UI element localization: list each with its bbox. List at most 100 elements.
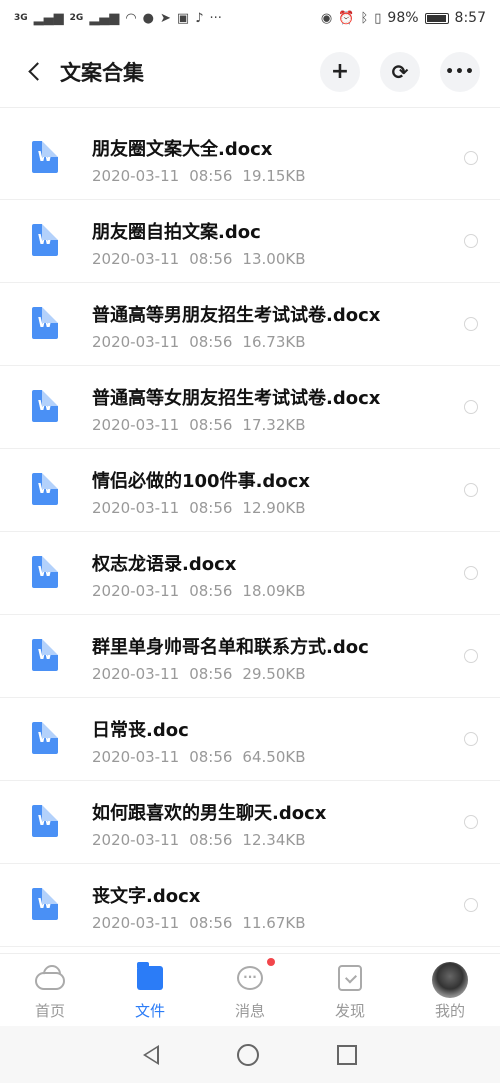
nav-mine[interactable]: 我的 bbox=[400, 954, 500, 1027]
file-meta: 2020-03-11 08:56 64.50KB bbox=[92, 748, 306, 766]
list-item[interactable]: W 如何跟喜欢的男生聊天.docx 2020-03-11 08:56 12.34KB bbox=[0, 781, 500, 864]
list-item[interactable]: W 日常丧.doc 2020-03-11 08:56 64.50KB bbox=[0, 698, 500, 781]
file-name: 权志龙语录.docx bbox=[92, 554, 237, 575]
signal-bars-icon: ▂▄▆ bbox=[33, 10, 64, 26]
refresh-button[interactable]: ⟳ bbox=[380, 51, 420, 92]
nav-messages[interactable]: ··· 消息 bbox=[200, 954, 300, 1027]
signal-icon-1: 3G bbox=[14, 12, 28, 23]
system-nav-bar bbox=[0, 1026, 500, 1083]
list-item[interactable]: W 权志龙语录.docx 2020-03-11 08:56 18.09KB bbox=[0, 532, 500, 615]
select-radio[interactable] bbox=[464, 151, 478, 165]
word-doc-icon: W bbox=[32, 307, 58, 339]
word-doc-icon: W bbox=[32, 556, 58, 588]
word-doc-icon: W bbox=[32, 888, 58, 920]
select-radio[interactable] bbox=[464, 317, 478, 331]
bluetooth-icon: ᛒ bbox=[360, 10, 369, 26]
file-name: 朋友圈文案大全.docx bbox=[92, 139, 273, 160]
clock: 8:57 bbox=[454, 10, 486, 26]
header: 文案合集 + ⟳ ••• bbox=[0, 36, 500, 108]
page-title: 文案合集 bbox=[60, 60, 144, 85]
more-button[interactable]: ••• bbox=[440, 51, 480, 92]
bottom-nav: 首页 文件 ··· 消息 发现 我的 bbox=[0, 953, 500, 1027]
back-triangle-icon[interactable] bbox=[143, 1044, 159, 1065]
signal-bars-icon-2: ▂▄▆ bbox=[89, 10, 120, 26]
back-button[interactable] bbox=[20, 58, 48, 86]
more-icon: ••• bbox=[445, 63, 475, 80]
recents-square-icon[interactable] bbox=[337, 1044, 357, 1065]
chat-icon: ··· bbox=[237, 966, 263, 990]
file-name: 丧文字.docx bbox=[92, 886, 201, 907]
nav-discover[interactable]: 发现 bbox=[300, 954, 400, 1027]
word-doc-icon: W bbox=[32, 805, 58, 837]
unread-badge bbox=[267, 958, 275, 966]
file-meta: 2020-03-11 08:56 13.00KB bbox=[92, 250, 306, 268]
status-right: ◉ ⏰ ᛒ ▯ 98% 8:57 bbox=[321, 10, 486, 26]
nav-files-label: 文件 bbox=[134, 1002, 165, 1020]
select-radio[interactable] bbox=[464, 732, 478, 746]
list-item[interactable]: W 群里单身帅哥名单和联系方式.doc 2020-03-11 08:56 29.50… bbox=[0, 615, 500, 698]
list-item[interactable]: W 朋友圈自拍文案.doc 2020-03-11 08:56 13.00KB bbox=[0, 200, 500, 283]
chevron-left-icon bbox=[27, 62, 47, 81]
signal-icon-2: 2G bbox=[69, 12, 84, 23]
select-radio[interactable] bbox=[464, 234, 478, 248]
file-name: 日常丧.doc bbox=[92, 720, 189, 741]
file-name: 如何跟喜欢的男生聊天.docx bbox=[92, 803, 327, 824]
battery-percent: 98% bbox=[387, 10, 419, 26]
nav-home[interactable]: 首页 bbox=[0, 954, 100, 1027]
list-item[interactable]: W 普通高等女朋友招生考试试卷.docx 2020-03-11 08:56 17.3… bbox=[0, 366, 500, 449]
word-doc-icon: W bbox=[32, 722, 58, 754]
file-list: W 朋友圈文案大全.docx 2020-03-11 08:56 19.15KB W … bbox=[0, 117, 500, 947]
alarm-icon: ⏰ bbox=[338, 10, 355, 26]
word-doc-icon: W bbox=[32, 390, 58, 422]
refresh-icon: ⟳ bbox=[391, 59, 409, 84]
file-meta: 2020-03-11 08:56 17.32KB bbox=[92, 416, 306, 434]
status-left: 3G ▂▄▆ 2G ▂▄▆ ◠ ● ➤ ▣ ♪ ··· bbox=[14, 11, 222, 26]
more-notifications-icon: ··· bbox=[209, 10, 222, 26]
select-radio[interactable] bbox=[464, 649, 478, 663]
cloud-icon bbox=[35, 972, 65, 990]
select-radio[interactable] bbox=[464, 400, 478, 414]
list-item[interactable]: W 朋友圈文案大全.docx 2020-03-11 08:56 19.15KB bbox=[0, 117, 500, 200]
wifi-icon: ◠ bbox=[125, 10, 137, 26]
paper-plane-icon: ➤ bbox=[160, 10, 171, 26]
file-name: 情侣必做的100件事.docx bbox=[92, 471, 310, 492]
add-button[interactable]: + bbox=[320, 51, 360, 92]
battery-icon bbox=[424, 12, 449, 24]
file-meta: 2020-03-11 08:56 18.09KB bbox=[92, 582, 306, 600]
word-doc-icon: W bbox=[32, 639, 58, 671]
discover-icon bbox=[338, 965, 362, 991]
file-name: 普通高等男朋友招生考试试卷.docx bbox=[92, 305, 381, 326]
file-meta: 2020-03-11 08:56 16.73KB bbox=[92, 333, 306, 351]
nav-discover-label: 发现 bbox=[334, 1002, 365, 1020]
tiktok-icon: ♪ bbox=[195, 10, 204, 26]
file-name: 朋友圈自拍文案.doc bbox=[92, 222, 261, 243]
vibrate-icon: ▯ bbox=[374, 10, 382, 26]
word-doc-icon: W bbox=[32, 473, 58, 505]
eye-icon: ◉ bbox=[320, 10, 333, 26]
status-bar: 3G ▂▄▆ 2G ▂▄▆ ◠ ● ➤ ▣ ♪ ··· ◉ ⏰ ᛒ ▯ 98% … bbox=[0, 0, 500, 36]
word-doc-icon: W bbox=[32, 141, 58, 173]
folder-icon bbox=[137, 962, 163, 990]
home-circle-icon[interactable] bbox=[237, 1043, 259, 1066]
avatar bbox=[432, 962, 468, 998]
list-item[interactable]: W 情侣必做的100件事.docx 2020-03-11 08:56 12.90KB bbox=[0, 449, 500, 532]
nav-home-label: 首页 bbox=[34, 1002, 65, 1020]
file-name: 普通高等女朋友招生考试试卷.docx bbox=[92, 388, 381, 409]
list-item[interactable]: W 丧文字.docx 2020-03-11 08:56 11.67KB bbox=[0, 864, 500, 947]
word-doc-icon: W bbox=[32, 224, 58, 256]
file-meta: 2020-03-11 08:56 29.50KB bbox=[92, 665, 306, 683]
nav-files[interactable]: 文件 bbox=[100, 954, 200, 1027]
file-meta: 2020-03-11 08:56 12.90KB bbox=[92, 499, 306, 517]
nav-messages-label: 消息 bbox=[234, 1002, 265, 1020]
plus-icon: + bbox=[330, 59, 350, 84]
list-item[interactable]: W 普通高等男朋友招生考试试卷.docx 2020-03-11 08:56 16.7… bbox=[0, 283, 500, 366]
select-radio[interactable] bbox=[464, 898, 478, 912]
app-notification-icon: ● bbox=[142, 10, 154, 26]
nav-mine-label: 我的 bbox=[434, 1002, 465, 1020]
select-radio[interactable] bbox=[464, 815, 478, 829]
file-meta: 2020-03-11 08:56 11.67KB bbox=[92, 914, 306, 932]
select-radio[interactable] bbox=[464, 566, 478, 580]
briefcase-icon: ▣ bbox=[176, 10, 190, 26]
file-name: 群里单身帅哥名单和联系方式.doc bbox=[92, 637, 369, 658]
select-radio[interactable] bbox=[464, 483, 478, 497]
